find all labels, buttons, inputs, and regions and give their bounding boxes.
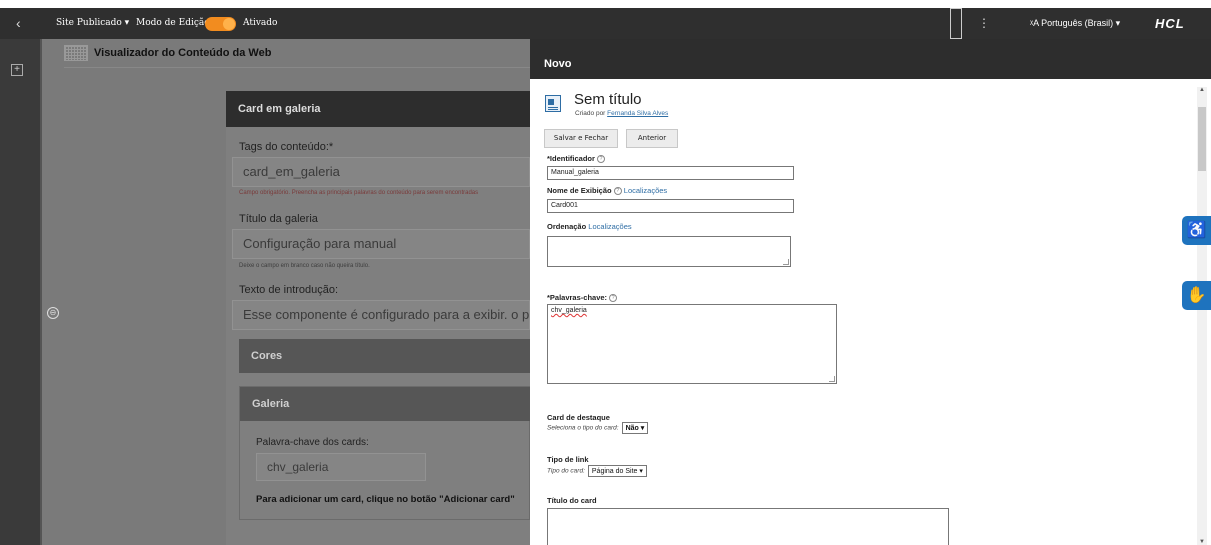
content-area: Visualizador do Conteúdo da Web Card em … [42, 39, 531, 545]
link-type-sub: Tipo do card: Página do Site ▾ [547, 465, 647, 477]
keywords-value: chv_galeria [551, 307, 587, 314]
content-viewer-title: Visualizador do Conteúdo da Web [94, 47, 272, 59]
link-type-label: Tipo de link [547, 455, 589, 464]
brand-logo: HCL [1155, 16, 1185, 31]
galeria-section: Galeria Palavra-chave dos cards: chv_gal… [239, 386, 531, 520]
cores-section[interactable]: Cores [239, 339, 530, 373]
grid-icon [64, 45, 88, 62]
gallery-title-hint: Deixe o campo em branco caso não queira … [239, 263, 370, 269]
back-button[interactable]: ‹ [16, 8, 21, 39]
scrollbar-thumb[interactable] [1198, 107, 1206, 171]
identifier-label: *Identificador ? [547, 154, 606, 164]
identifier-input[interactable]: Manual_galeria [547, 166, 794, 180]
galeria-section-header[interactable]: Galeria [240, 387, 531, 421]
gallery-title-input[interactable]: Configuração para manual [232, 229, 530, 259]
keywords-label: *Palavras-chave: ? [547, 293, 618, 303]
featured-card-select[interactable]: Não ▾ [621, 422, 649, 434]
display-name-label-text: Nome de Exibição [547, 186, 612, 195]
scroll-down-icon[interactable]: ▼ [1199, 539, 1205, 545]
help-icon[interactable]: ? [597, 155, 606, 164]
language-dropdown[interactable]: ᵡA Português (Brasil) ▾ [1030, 8, 1120, 39]
content-form: Sem título Criado por Fernanda Silva Alv… [530, 79, 1190, 545]
display-name-input[interactable]: Card001 [547, 199, 794, 213]
intro-input[interactable]: Esse componente é configurado para a exi… [232, 300, 530, 330]
save-close-button[interactable]: Salvar e Fechar [544, 129, 618, 148]
card-panel-title: Card em galeria [226, 91, 530, 127]
author-link[interactable]: Fernanda Silva Alves [607, 110, 668, 117]
edit-mode-label: Modo de Edição: [136, 18, 213, 28]
edit-mode-toggle[interactable] [205, 17, 236, 31]
left-rail: + [0, 39, 40, 545]
collapse-toggle-icon[interactable]: ⊖ [47, 307, 59, 319]
sign-language-icon[interactable]: ✋ [1182, 281, 1211, 310]
featured-card-sub: Seleciona o tipo do card: Não ▾ [547, 422, 649, 434]
identifier-label-text: *Identificador [547, 154, 595, 163]
panel-icon[interactable] [950, 8, 962, 39]
previous-button[interactable]: Anterior [626, 129, 678, 148]
created-by: Criado por Fernanda Silva Alves [575, 110, 668, 117]
accessibility-icon[interactable]: ♿ [1182, 216, 1211, 245]
gallery-title-label: Título da galeria [239, 213, 318, 225]
add-panel-icon[interactable]: + [11, 64, 23, 76]
document-title: Sem título [574, 91, 642, 108]
ordering-label: Ordenação Localizações [547, 222, 632, 231]
app-root: ‹ Site Publicado ▾ Modo de Edição: Ativa… [0, 0, 1211, 545]
keyword-label: Palavra-chave dos cards: [256, 437, 369, 448]
panel-top-strip [530, 39, 1211, 49]
resize-handle[interactable] [783, 259, 789, 265]
card-title-textarea[interactable] [547, 508, 949, 545]
ordering-label-text: Ordenação [547, 222, 587, 231]
form-scrollbar[interactable]: ▲ ▼ [1197, 87, 1207, 545]
keywords-textarea[interactable]: chv_galeria [547, 304, 837, 384]
new-panel-title: Novo [530, 49, 1211, 79]
site-status-dropdown[interactable]: Site Publicado ▾ [56, 8, 129, 39]
help-icon[interactable]: ? [609, 294, 618, 303]
link-type-select[interactable]: Página do Site ▾ [587, 465, 647, 477]
more-menu-icon[interactable]: ⋮ [978, 8, 990, 39]
new-content-panel: Novo Sem título Criado por Fernanda Silv… [530, 39, 1211, 545]
tags-label: Tags do conteúdo:* [239, 141, 334, 153]
add-card-instructions: Para adicionar um card, clique no botão … [256, 494, 515, 505]
top-bar: ‹ Site Publicado ▾ Modo de Edição: Ativa… [0, 8, 1211, 39]
content-viewer-header: Visualizador do Conteúdo da Web [64, 41, 271, 67]
card-gallery-panel: Card em galeria Tags do conteúdo:* card_… [226, 91, 531, 545]
featured-card-label: Card de destaque [547, 413, 610, 422]
keyword-input[interactable]: chv_galeria [256, 453, 426, 481]
resize-handle[interactable] [829, 376, 835, 382]
display-name-locations-link[interactable]: Localizações [624, 186, 667, 195]
ordering-locations-link[interactable]: Localizações [588, 222, 631, 231]
divider [64, 67, 530, 68]
tags-input[interactable]: card_em_galeria [232, 157, 530, 187]
ordering-textarea[interactable] [547, 236, 791, 267]
card-title-label: Título do card [547, 496, 597, 505]
help-icon[interactable]: ? [613, 187, 622, 196]
display-name-label: Nome de Exibição ? Localizações [547, 186, 667, 196]
created-by-prefix: Criado por [575, 110, 608, 117]
intro-label: Texto de introdução: [239, 284, 339, 296]
keywords-label-text: *Palavras-chave: [547, 293, 608, 302]
scroll-up-icon[interactable]: ▲ [1199, 87, 1205, 93]
link-type-sub-text: Tipo do card: [547, 467, 585, 475]
featured-card-sub-text: Seleciona o tipo do card: [547, 424, 619, 432]
tags-hint: Campo obrigatório. Preencha as principai… [239, 190, 479, 196]
edit-mode-value: Ativado [243, 18, 278, 28]
document-icon [545, 95, 561, 112]
